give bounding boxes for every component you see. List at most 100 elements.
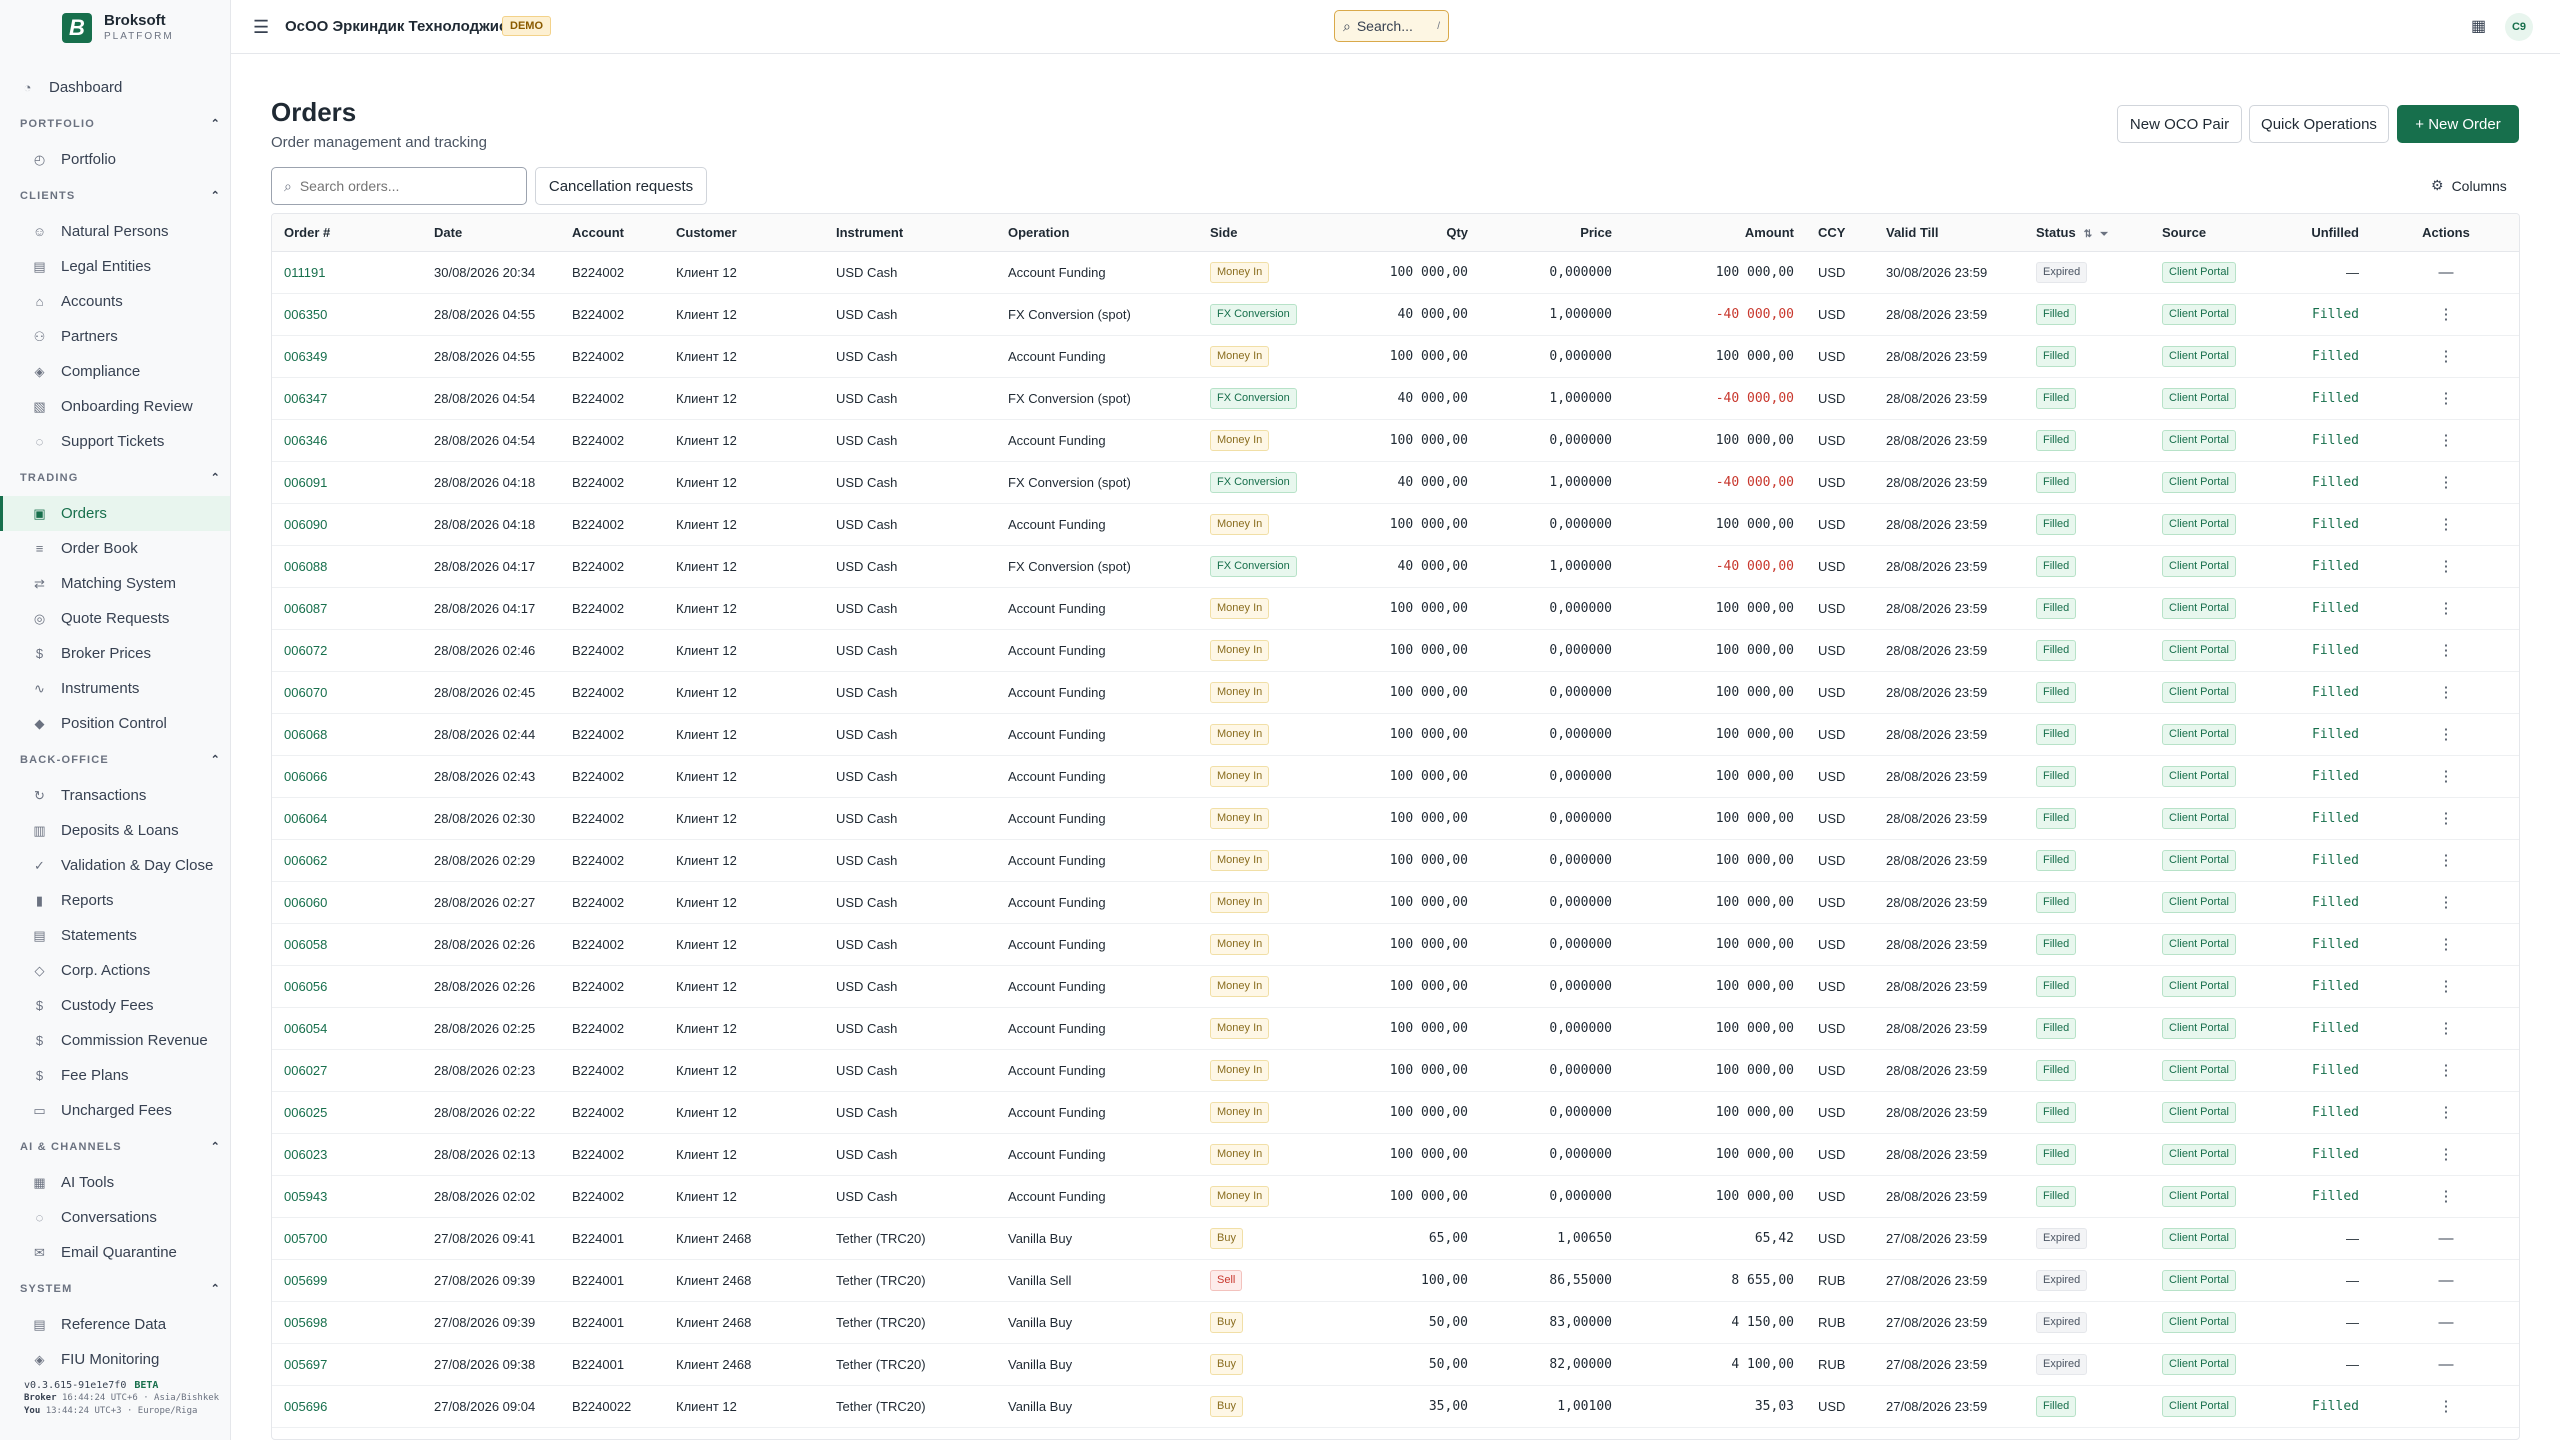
table-row[interactable]: 006091 28/08/2026 04:18 B224002 Клиент 12 US… <box>272 461 2519 504</box>
column-header-price[interactable]: Price <box>1480 214 1624 252</box>
column-header-side[interactable]: Side <box>1198 214 1334 252</box>
more-actions-icon[interactable]: ⋮ <box>2439 1062 2454 1079</box>
order-number-link[interactable]: 006056 <box>284 979 327 994</box>
column-header-amount[interactable]: Amount <box>1624 214 1806 252</box>
column-header-instrument[interactable]: Instrument <box>824 214 996 252</box>
sidebar-section-back-office[interactable]: BACK-OFFICE ⌃ <box>0 741 230 778</box>
sidebar-item-accounts[interactable]: ⌂ Accounts <box>0 284 230 319</box>
table-row[interactable]: 006056 28/08/2026 02:26 B224002 Клиент 12 US… <box>272 965 2519 1008</box>
order-number-link[interactable]: 006347 <box>284 391 327 406</box>
table-row[interactable]: 005943 28/08/2026 02:02 B224002 Клиент 12 US… <box>272 1175 2519 1218</box>
order-number-link[interactable]: 006070 <box>284 685 327 700</box>
sidebar-item-partners[interactable]: ⚇ Partners <box>0 319 230 354</box>
sidebar-section-clients[interactable]: CLIENTS ⌃ <box>0 177 230 214</box>
more-actions-icon[interactable]: ⋮ <box>2439 390 2454 407</box>
more-actions-icon[interactable]: ⋮ <box>2439 894 2454 911</box>
sidebar-item-conversations[interactable]: ◌ Conversations <box>0 1200 230 1235</box>
sidebar-item-position-control[interactable]: ◆ Position Control <box>0 706 230 741</box>
sidebar-item-legal-entities[interactable]: ▤ Legal Entities <box>0 249 230 284</box>
order-number-link[interactable]: 005700 <box>284 1231 327 1246</box>
more-actions-icon[interactable]: ⋮ <box>2439 684 2454 701</box>
order-number-link[interactable]: 006087 <box>284 601 327 616</box>
table-row[interactable]: 006346 28/08/2026 04:54 B224002 Клиент 12 US… <box>272 419 2519 462</box>
table-row[interactable]: 006023 28/08/2026 02:13 B224002 Клиент 12 US… <box>272 1133 2519 1176</box>
organization-name[interactable]: ОсОО Эркиндик Технолоджис <box>285 18 507 35</box>
order-number-link[interactable]: 006064 <box>284 811 327 826</box>
column-header-qty[interactable]: Qty <box>1334 214 1480 252</box>
column-header-account[interactable]: Account <box>560 214 664 252</box>
table-row[interactable]: 006068 28/08/2026 02:44 B224002 Клиент 12 US… <box>272 713 2519 756</box>
table-row[interactable]: 006070 28/08/2026 02:45 B224002 Клиент 12 US… <box>272 671 2519 714</box>
more-actions-icon[interactable]: ⋮ <box>2439 348 2454 365</box>
more-actions-icon[interactable]: ⋮ <box>2439 474 2454 491</box>
order-number-link[interactable]: 006058 <box>284 937 327 952</box>
table-row[interactable]: 006025 28/08/2026 02:22 B224002 Клиент 12 US… <box>272 1091 2519 1134</box>
building-icon[interactable]: ▦ <box>2471 16 2486 36</box>
table-row[interactable]: 006062 28/08/2026 02:29 B224002 Клиент 12 US… <box>272 839 2519 882</box>
order-number-link[interactable]: 006060 <box>284 895 327 910</box>
sidebar-item-onboarding-review[interactable]: ▧ Onboarding Review <box>0 389 230 424</box>
sidebar-item-deposits-loans[interactable]: ▥ Deposits & Loans <box>0 813 230 848</box>
column-header-ccy[interactable]: CCY <box>1806 214 1874 252</box>
table-row[interactable]: 006350 28/08/2026 04:55 B224002 Клиент 12 US… <box>272 293 2519 336</box>
more-actions-icon[interactable]: ⋮ <box>2439 642 2454 659</box>
sidebar-item-orders[interactable]: ▣ Orders <box>0 496 230 531</box>
new-oco-pair-button[interactable]: New OCO Pair <box>2117 105 2242 143</box>
sidebar-toggle-icon[interactable]: ☰ <box>253 17 269 38</box>
quick-operations-button[interactable]: Quick Operations <box>2249 105 2389 143</box>
brand[interactable]: B Broksoft PLATFORM <box>62 12 174 43</box>
more-actions-icon[interactable]: ⋮ <box>2439 600 2454 617</box>
sidebar-item-support-tickets[interactable]: ◌ Support Tickets <box>0 424 230 459</box>
table-row[interactable]: 006072 28/08/2026 02:46 B224002 Клиент 12 US… <box>272 629 2519 672</box>
order-number-link[interactable]: 006072 <box>284 643 327 658</box>
sidebar-item-custody-fees[interactable]: $ Custody Fees <box>0 988 230 1023</box>
sidebar-item-corp-actions[interactable]: ◇ Corp. Actions <box>0 953 230 988</box>
order-number-link[interactable]: 006350 <box>284 307 327 322</box>
sidebar-section-ai-channels[interactable]: AI & CHANNELS ⌃ <box>0 1128 230 1165</box>
sidebar-item-natural-persons[interactable]: ☺ Natural Persons <box>0 214 230 249</box>
sidebar-item-order-book[interactable]: ≡ Order Book <box>0 531 230 566</box>
columns-button[interactable]: ⚙ Columns <box>2431 177 2507 194</box>
more-actions-icon[interactable]: ⋮ <box>2439 1020 2454 1037</box>
more-actions-icon[interactable]: ⋮ <box>2439 810 2454 827</box>
table-row[interactable]: 006349 28/08/2026 04:55 B224002 Клиент 12 US… <box>272 335 2519 378</box>
sidebar-item-reports[interactable]: ▮ Reports <box>0 883 230 918</box>
more-actions-icon[interactable]: ⋮ <box>2439 432 2454 449</box>
table-row[interactable]: 011191 30/08/2026 20:34 B224002 Клиент 12 US… <box>272 251 2519 294</box>
column-header-date[interactable]: Date <box>422 214 560 252</box>
order-number-link[interactable]: 005697 <box>284 1357 327 1372</box>
filter-icon[interactable]: ⏷ <box>2100 229 2108 240</box>
new-order-button[interactable]: + New Order <box>2397 105 2519 143</box>
sidebar-item-portfolio[interactable]: ◴ Portfolio <box>0 142 230 177</box>
sidebar-item-validation-day-close[interactable]: ✓ Validation & Day Close <box>0 848 230 883</box>
table-row[interactable]: 006064 28/08/2026 02:30 B224002 Клиент 12 US… <box>272 797 2519 840</box>
table-row[interactable]: 006347 28/08/2026 04:54 B224002 Клиент 12 US… <box>272 377 2519 420</box>
table-row[interactable]: 005697 27/08/2026 09:38 B224001 Клиент 2468… <box>272 1343 2519 1386</box>
sidebar-item-reference-data[interactable]: ▤ Reference Data <box>0 1307 230 1342</box>
more-actions-icon[interactable]: ⋮ <box>2439 306 2454 323</box>
order-number-link[interactable]: 006091 <box>284 475 327 490</box>
more-actions-icon[interactable]: ⋮ <box>2439 936 2454 953</box>
table-row[interactable]: 005700 27/08/2026 09:41 B224001 Клиент 2468… <box>272 1217 2519 1260</box>
column-header-operation[interactable]: Operation <box>996 214 1198 252</box>
sidebar-item-dashboard[interactable]: ◔ Dashboard <box>0 70 230 105</box>
table-row[interactable]: 005698 27/08/2026 09:39 B224001 Клиент 2468… <box>272 1301 2519 1344</box>
orders-search[interactable]: ⌕ <box>271 167 527 205</box>
order-number-link[interactable]: 006088 <box>284 559 327 574</box>
order-number-link[interactable]: 006054 <box>284 1021 327 1036</box>
order-number-link[interactable]: 006066 <box>284 769 327 784</box>
sidebar-item-commission-revenue[interactable]: $ Commission Revenue <box>0 1023 230 1058</box>
sidebar-item-compliance[interactable]: ◈ Compliance <box>0 354 230 389</box>
table-row[interactable]: 006088 28/08/2026 04:17 B224002 Клиент 12 US… <box>272 545 2519 588</box>
column-header-order[interactable]: Order # <box>272 214 422 252</box>
more-actions-icon[interactable]: ⋮ <box>2439 1146 2454 1163</box>
table-row[interactable]: 006027 28/08/2026 02:23 B224002 Клиент 12 US… <box>272 1049 2519 1092</box>
more-actions-icon[interactable]: ⋮ <box>2439 558 2454 575</box>
orders-search-input[interactable] <box>299 178 500 194</box>
order-number-link[interactable]: 006023 <box>284 1147 327 1162</box>
table-row[interactable]: 005696 27/08/2026 09:04 B2240022 Клиент 12 T… <box>272 1385 2519 1428</box>
avatar[interactable]: C9 <box>2505 13 2533 41</box>
order-number-link[interactable]: 005699 <box>284 1273 327 1288</box>
order-number-link[interactable]: 011191 <box>284 265 325 280</box>
table-row[interactable]: 006066 28/08/2026 02:43 B224002 Клиент 12 US… <box>272 755 2519 798</box>
